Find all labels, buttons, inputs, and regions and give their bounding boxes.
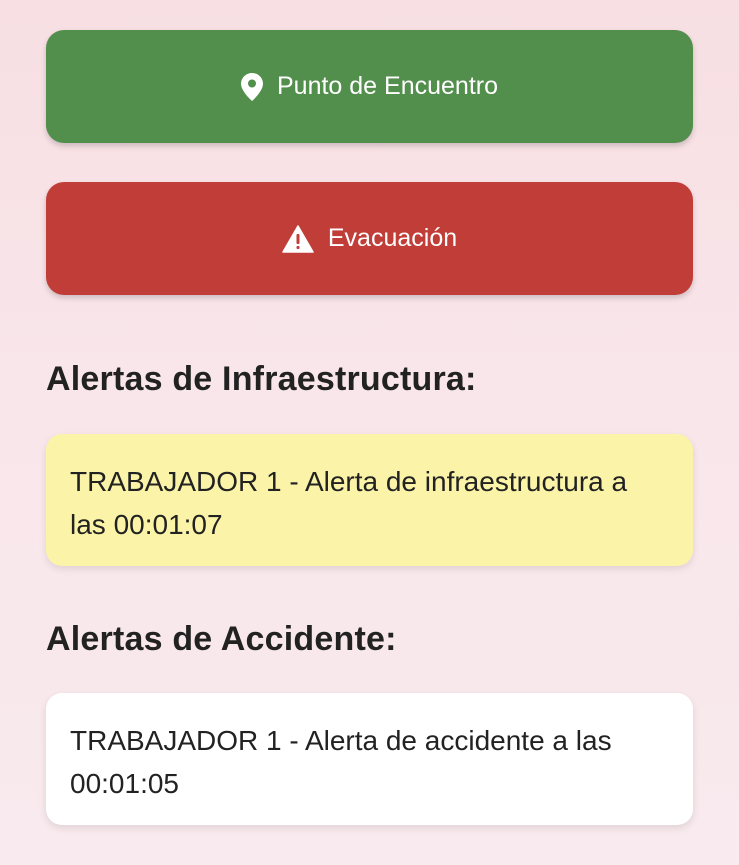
warning-triangle-icon [282,224,314,253]
infrastructure-alerts-heading: Alertas de Infraestructura: [46,360,477,398]
evacuation-label: Evacuación [327,224,458,252]
meeting-point-button[interactable]: Punto de Encuentro [46,30,693,143]
accident-alerts-heading: Alertas de Accidente: [46,620,397,658]
location-pin-icon [241,72,263,101]
accident-alert-card: TRABAJADOR 1 - Alerta de accidente a las… [46,693,693,825]
infrastructure-alert-card: TRABAJADOR 1 - Alerta de infraestructura… [46,434,693,566]
infrastructure-alert-text: TRABAJADOR 1 - Alerta de infraestructura… [70,466,628,540]
evacuation-button[interactable]: Evacuación [46,182,693,295]
meeting-point-label: Punto de Encuentro [277,72,498,100]
accident-alert-text: TRABAJADOR 1 - Alerta de accidente a las… [70,725,612,799]
